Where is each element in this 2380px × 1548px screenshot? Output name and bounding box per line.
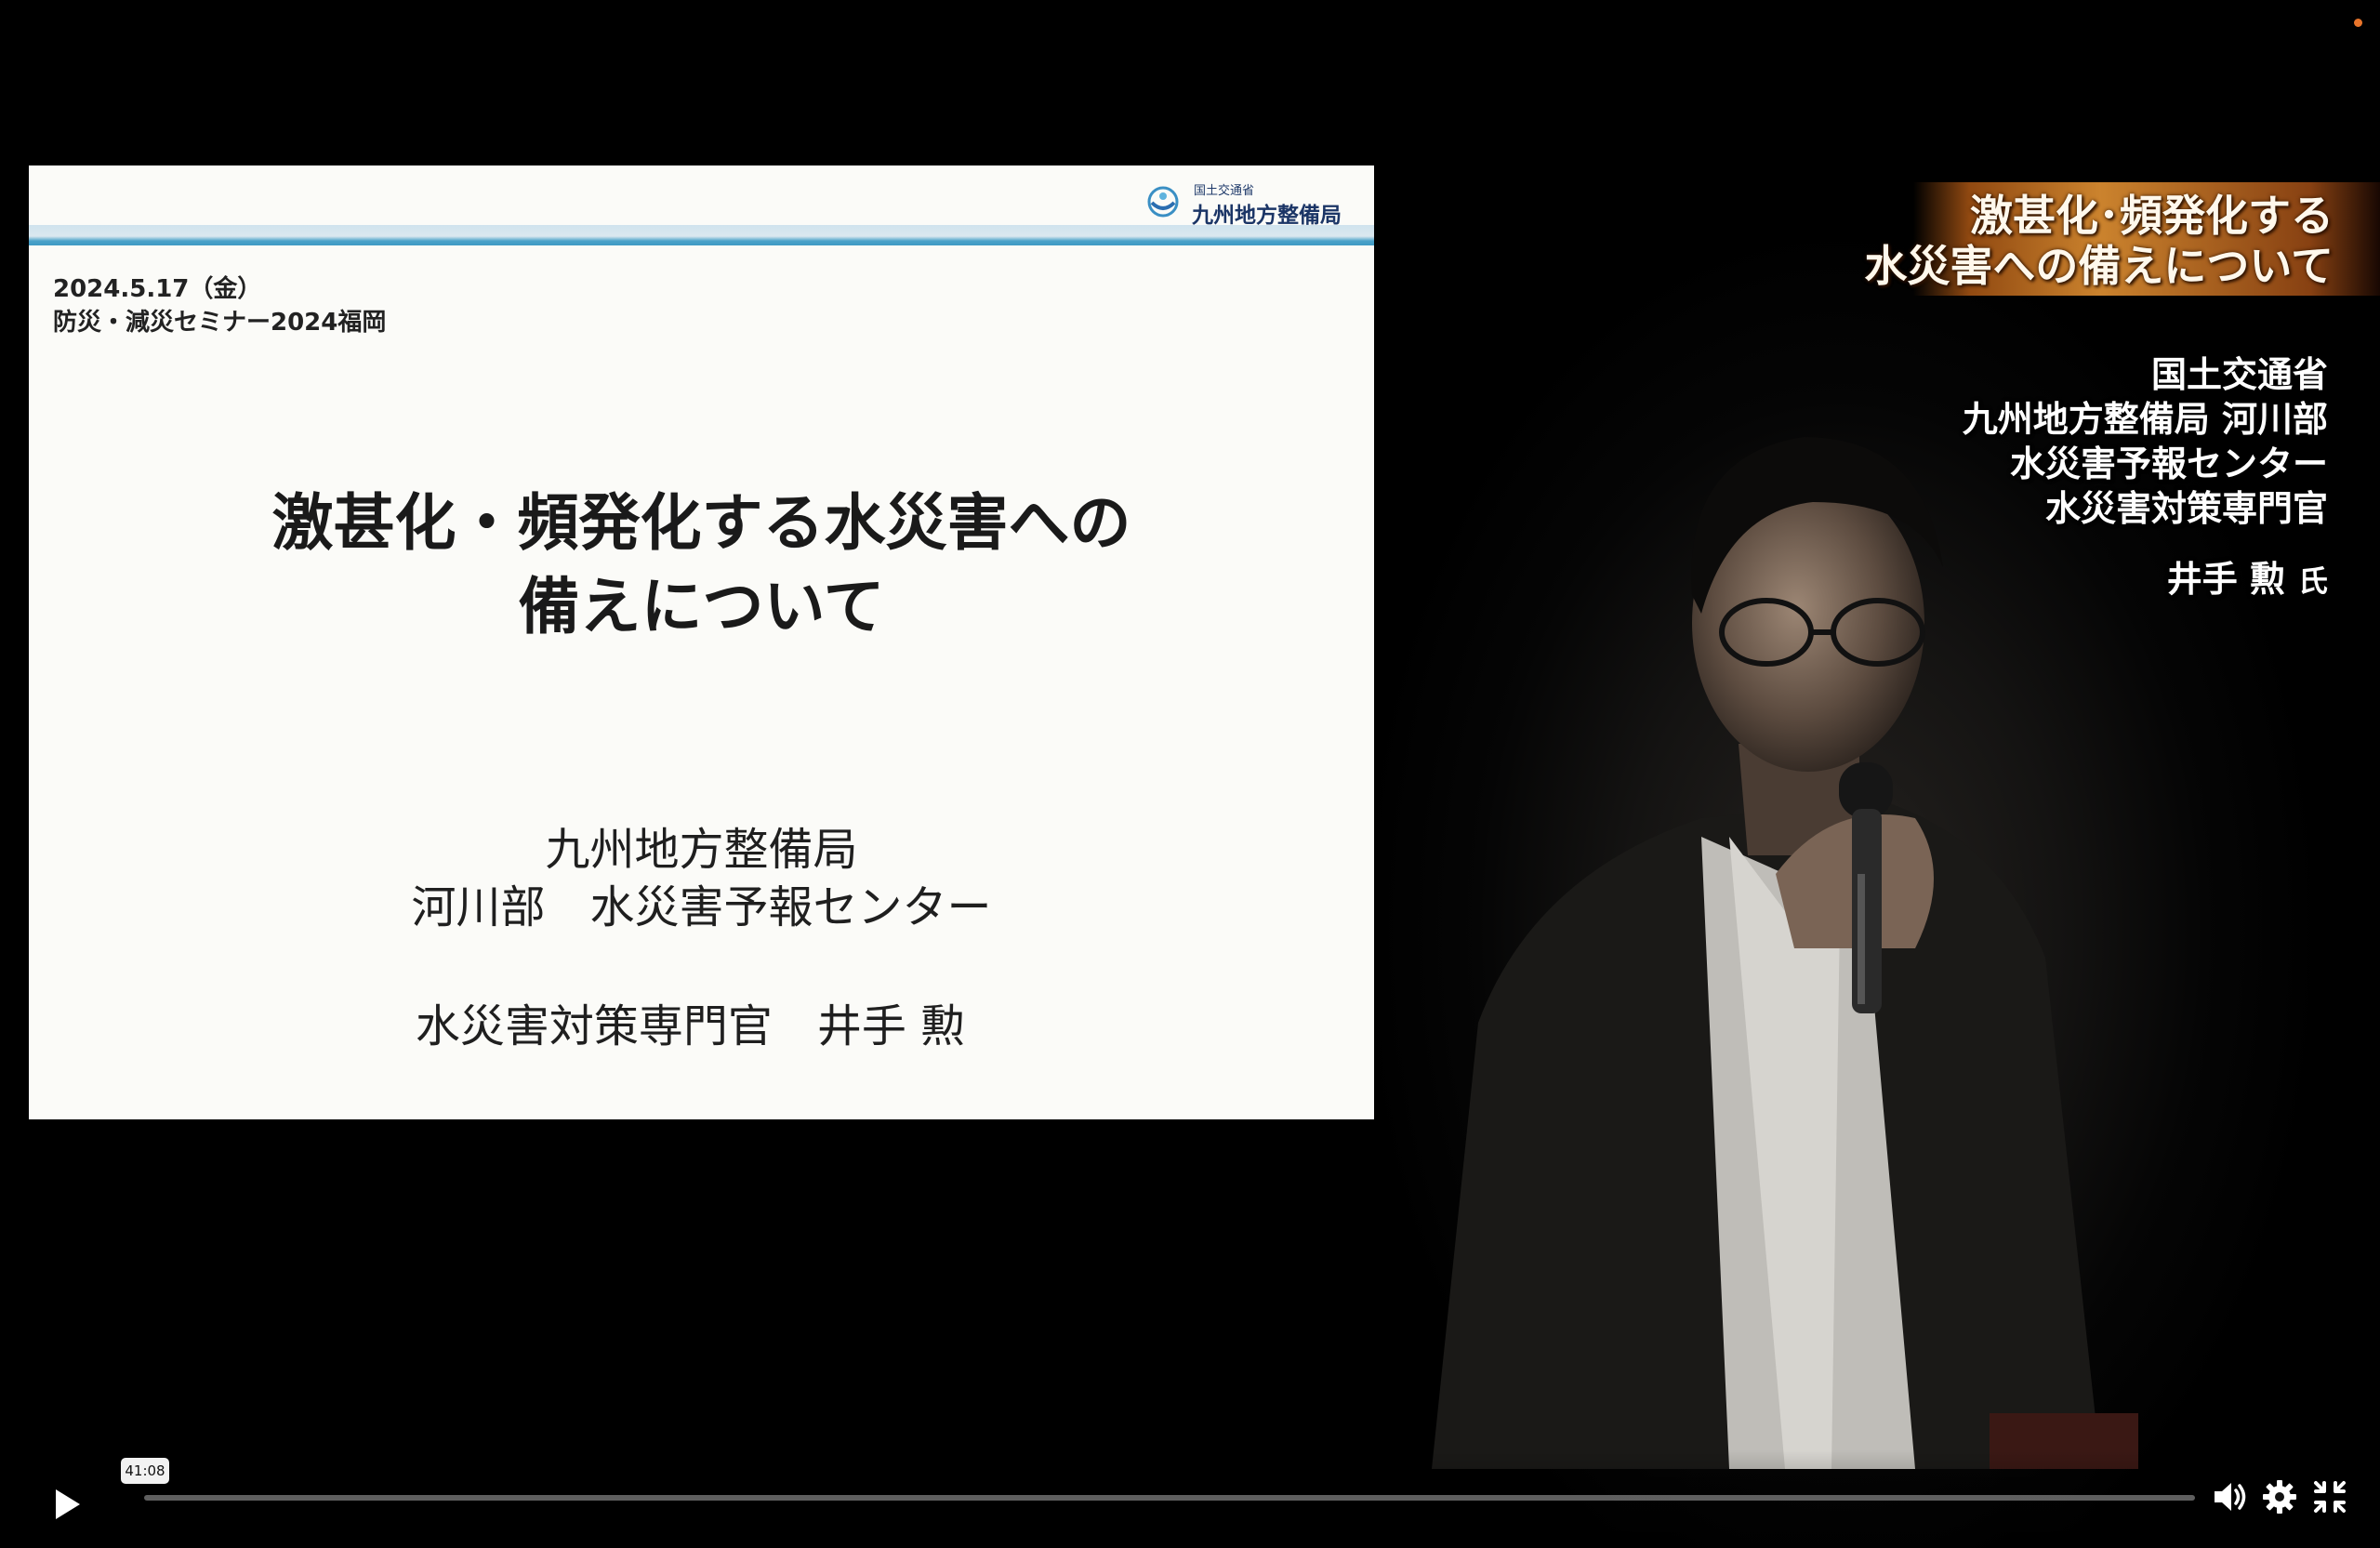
speaker-name-caption: 井手 勲氏 <box>2167 550 2328 602</box>
video-frame[interactable]: 国土交通省 九州地方整備局 2024.5.17（金） 防災・減災セミナー2024… <box>0 0 2380 1548</box>
slide-header-band <box>29 225 1374 245</box>
gear-icon <box>2263 1480 2296 1514</box>
slide-title-line1: 激甚化・頻発化する水災害への <box>271 487 1131 559</box>
logo-bureau-text: 九州地方整備局 <box>1192 204 1342 228</box>
speaker-honorific: 氏 <box>2297 563 2328 599</box>
status-dot <box>2354 19 2362 27</box>
volume-button[interactable] <box>2211 1478 2248 1515</box>
bureau-logo: 国土交通省 九州地方整備局 <box>1147 177 1370 228</box>
presentation-slide: 国土交通省 九州地方整備局 2024.5.17（金） 防災・減災セミナー2024… <box>29 165 1374 1119</box>
hover-time-tooltip: 41:08 <box>121 1458 169 1484</box>
volume-icon <box>2215 1483 2246 1511</box>
affiliation-line: 水災害予報センター <box>2009 443 2328 484</box>
exit-fullscreen-button[interactable] <box>2311 1478 2348 1515</box>
logo-ministry-text: 国土交通省 <box>1194 184 1255 198</box>
slide-org-line1: 九州地方整備局 <box>545 824 858 876</box>
speaker-name: 井手 勲 <box>2166 559 2285 600</box>
progress-bar[interactable] <box>144 1495 2195 1501</box>
slide-title-line2: 備えについて <box>518 571 885 642</box>
topic-caption-line2: 水災害への備えについて <box>1864 241 2334 291</box>
slide-org-line2: 河川部 水災害予報センター <box>411 881 992 933</box>
speaker-figure <box>1432 437 2138 1469</box>
affiliation-line: 水災害対策専門官 <box>2044 488 2328 529</box>
exit-fullscreen-icon <box>2314 1481 2346 1513</box>
affiliation-line: 国土交通省 <box>2150 354 2328 395</box>
slide-presenter-line: 水災害対策専門官 井手 勲 <box>415 1000 966 1052</box>
slide-event-name: 防災・減災セミナー2024福岡 <box>53 309 387 337</box>
play-icon <box>56 1489 80 1519</box>
settings-button[interactable] <box>2261 1478 2298 1515</box>
bureau-logo-icon <box>1147 186 1179 218</box>
affiliation-line: 九州地方整備局 河川部 <box>1962 399 2328 440</box>
slide-date: 2024.5.17（金） <box>53 275 262 303</box>
play-button[interactable] <box>48 1484 86 1525</box>
